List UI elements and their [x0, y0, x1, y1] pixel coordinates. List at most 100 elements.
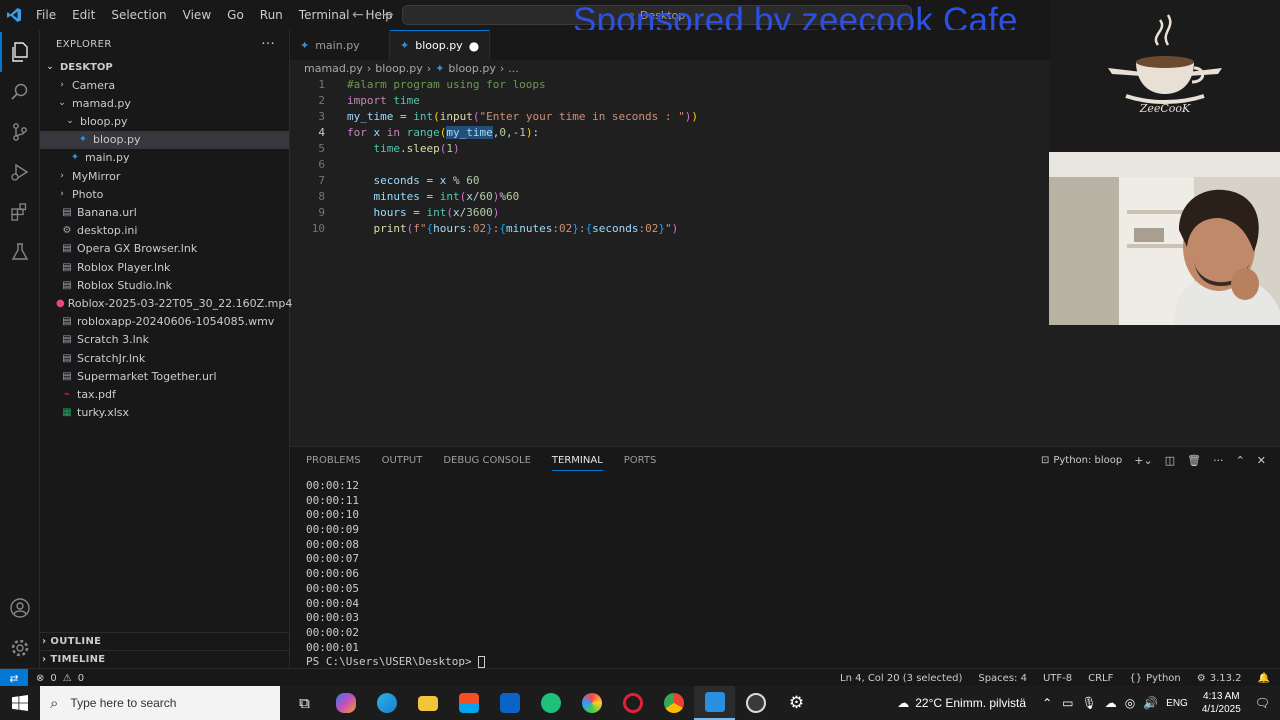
- menu-terminal[interactable]: Terminal: [291, 0, 358, 30]
- language-indicator[interactable]: ENG: [1166, 698, 1188, 709]
- run-debug-icon[interactable]: [0, 152, 40, 192]
- edge-browser-icon[interactable]: [366, 686, 407, 720]
- system-tray: ☁ 22°C Enimm. pilvistä ⌃ ▭ 🎙 ☁ ◎ 🔊 ENG 4…: [897, 686, 1280, 720]
- obs-recorder-icon[interactable]: [735, 686, 776, 720]
- line-ending[interactable]: CRLF: [1088, 673, 1113, 684]
- file-item[interactable]: ▤ Banana.url: [40, 203, 289, 221]
- search-icon[interactable]: [0, 72, 40, 112]
- file-item[interactable]: ▤ Roblox Studio.lnk: [40, 276, 289, 294]
- vpn-shield-icon[interactable]: [530, 686, 571, 720]
- settings-gear-icon[interactable]: ⚙: [776, 686, 817, 720]
- file-item[interactable]: ▤ Opera GX Browser.lnk: [40, 240, 289, 258]
- volume-icon[interactable]: 🔊: [1143, 696, 1158, 710]
- network-icon[interactable]: ◎: [1125, 696, 1135, 710]
- breadcrumb-item[interactable]: mamad.py: [304, 62, 363, 75]
- more-actions-icon[interactable]: ···: [261, 37, 275, 52]
- tree-item-label: ScratchJr.lnk: [77, 351, 146, 365]
- weather-icon[interactable]: ☁: [897, 696, 909, 710]
- breadcrumb-item[interactable]: bloop.py: [448, 62, 495, 75]
- testing-icon[interactable]: [0, 232, 40, 272]
- clock[interactable]: 4:13 AM 4/1/2025: [1192, 690, 1251, 716]
- code-line: 3 my_time = int(input("Enter your time i…: [290, 108, 1050, 124]
- folder-item[interactable]: › Camera: [40, 76, 289, 94]
- remote-icon[interactable]: ⇄: [0, 669, 28, 687]
- folder-item[interactable]: ⌄ mamad.py: [40, 94, 289, 112]
- python-version[interactable]: ⚙ 3.13.2: [1197, 673, 1242, 684]
- source-control-icon[interactable]: [0, 112, 40, 152]
- menu-selection[interactable]: Selection: [103, 0, 174, 30]
- menu-view[interactable]: View: [175, 0, 219, 30]
- notifications-bell-icon[interactable]: 🔔: [1258, 673, 1270, 684]
- file-explorer-icon[interactable]: [407, 686, 448, 720]
- file-item[interactable]: ▦ turky.xlsx: [40, 404, 289, 422]
- tab-ports[interactable]: PORTS: [624, 455, 657, 471]
- account-icon[interactable]: [0, 588, 40, 628]
- tab-debug-console[interactable]: DEBUG CONSOLE: [443, 455, 531, 471]
- tab-main-py[interactable]: ✦ main.py: [290, 30, 390, 60]
- file-item[interactable]: ▤ Roblox Player.lnk: [40, 258, 289, 276]
- unsaved-dot-icon[interactable]: ●: [469, 39, 479, 53]
- menu-file[interactable]: File: [28, 0, 64, 30]
- file-item[interactable]: ▤ robloxapp-20240606-1054085.wmv: [40, 313, 289, 331]
- split-terminal-icon[interactable]: ◫: [1165, 454, 1175, 467]
- breadcrumb-item[interactable]: bloop.py: [375, 62, 422, 75]
- chrome-icon[interactable]: [653, 686, 694, 720]
- notification-center-icon[interactable]: 🗨: [1255, 696, 1270, 710]
- indentation[interactable]: Spaces: 4: [978, 673, 1027, 684]
- timeline-section[interactable]: › TIMELINE: [40, 650, 289, 668]
- file-item[interactable]: ✦ main.py: [40, 149, 289, 167]
- terminal-output[interactable]: 00:00:12 00:00:11 00:00:10 00:00:09 00:0…: [306, 479, 486, 670]
- code-editor[interactable]: 1 #alarm program using for loops 2 impor…: [290, 76, 1050, 446]
- file-item[interactable]: ✦ bloop.py: [40, 130, 289, 149]
- folder-item[interactable]: › Photo: [40, 185, 289, 203]
- cloud-icon[interactable]: ☁: [1105, 696, 1117, 710]
- manage-gear-icon[interactable]: [0, 628, 40, 668]
- outlook-icon[interactable]: [489, 686, 530, 720]
- close-panel-icon[interactable]: ✕: [1257, 454, 1266, 467]
- taskbar-search-box[interactable]: ⌕ Type here to search: [40, 686, 280, 720]
- mic-icon[interactable]: 🎙: [1081, 696, 1096, 710]
- file-item[interactable]: ▤ ScratchJr.lnk: [40, 349, 289, 367]
- explorer-icon[interactable]: [0, 32, 40, 72]
- tab-terminal[interactable]: TERMINAL: [551, 455, 603, 471]
- more-actions-icon[interactable]: ···: [1213, 454, 1224, 467]
- maximize-panel-icon[interactable]: ⌃: [1236, 454, 1245, 467]
- colorful-app-icon[interactable]: [571, 686, 612, 720]
- terminal-selector[interactable]: ⊡ Python: bloop: [1041, 455, 1122, 466]
- trash-icon[interactable]: 🗑: [1187, 454, 1201, 467]
- language-label: Python: [1146, 672, 1181, 684]
- folder-item[interactable]: › MyMirror: [40, 167, 289, 185]
- file-item[interactable]: ▤ Scratch 3.lnk: [40, 331, 289, 349]
- file-item[interactable]: ● Roblox-2025-03-22T05_30_22.160Z.mp4: [40, 294, 292, 312]
- tab-problems[interactable]: PROBLEMS: [306, 455, 361, 471]
- add-terminal-icon[interactable]: +⌄: [1134, 454, 1152, 467]
- menu-run[interactable]: Run: [252, 0, 291, 30]
- explorer-root-folder[interactable]: ⌄ DESKTOP: [40, 58, 289, 76]
- file-item[interactable]: ▤ Supermarket Together.url: [40, 367, 289, 385]
- tab-output[interactable]: OUTPUT: [382, 455, 423, 471]
- vscode-taskbar-icon[interactable]: [694, 686, 735, 720]
- cursor-position[interactable]: Ln 4, Col 20 (3 selected): [840, 673, 962, 684]
- task-view-icon[interactable]: ⧉: [284, 686, 325, 720]
- file-item[interactable]: ⚙ desktop.ini: [40, 222, 289, 240]
- status-left[interactable]: ⊗ 0 ⚠ 0: [36, 669, 84, 687]
- file-item[interactable]: ⌁ tax.pdf: [40, 385, 289, 403]
- windows-start-icon[interactable]: [0, 686, 40, 720]
- battery-icon[interactable]: ▭: [1062, 696, 1073, 710]
- microsoft-store-icon[interactable]: [448, 686, 489, 720]
- weather-text[interactable]: 22°C Enimm. pilvistä: [915, 696, 1026, 710]
- tab-bloop-py[interactable]: ✦ bloop.py ●: [390, 30, 490, 60]
- menu-edit[interactable]: Edit: [64, 0, 103, 30]
- extensions-icon[interactable]: [0, 192, 40, 232]
- tray-chevron-icon[interactable]: ⌃: [1042, 696, 1052, 710]
- breadcrumb-item[interactable]: ...: [508, 62, 519, 75]
- language-mode[interactable]: {} Python: [1129, 673, 1180, 684]
- back-arrow-icon[interactable]: ←: [352, 7, 364, 23]
- outline-section[interactable]: › OUTLINE: [40, 632, 289, 650]
- menu-go[interactable]: Go: [219, 0, 252, 30]
- folder-item[interactable]: ⌄ bloop.py: [40, 112, 289, 130]
- encoding[interactable]: UTF-8: [1043, 673, 1072, 684]
- copilot-icon[interactable]: [325, 686, 366, 720]
- forward-arrow-icon[interactable]: →: [382, 7, 394, 23]
- opera-gx-icon[interactable]: [612, 686, 653, 720]
